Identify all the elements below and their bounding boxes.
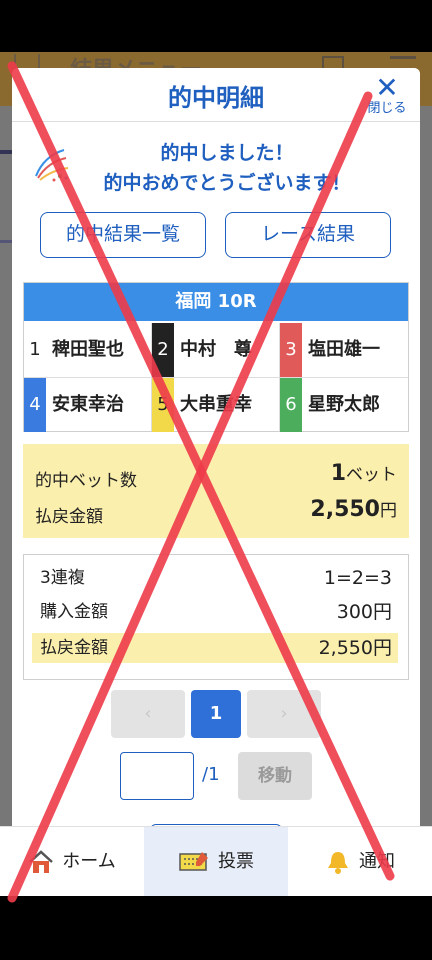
- modal-body: 的中しました！ 的中おめでとうございます！ 的中結果一覧 レース結果 福岡 10…: [12, 122, 420, 838]
- entry-2: 2 中村 尊: [152, 323, 280, 377]
- payout-value: 2,550円: [310, 496, 397, 522]
- hit-detail-modal: 的中明細 ✕ 閉じる 的中しました！ 的中おめでとうございます！ 的中結果一覧 …: [12, 68, 420, 838]
- nav-notify-label: 通知: [359, 851, 395, 872]
- close-icon: ✕: [375, 71, 399, 104]
- bell-icon: [328, 852, 348, 874]
- hit-bets-number: 1: [330, 461, 346, 486]
- entry-name: 稗田聖也: [52, 339, 124, 360]
- detail-payout-row: 払戻金額 2,550円: [32, 633, 398, 663]
- nav-vote[interactable]: 投票: [144, 827, 288, 897]
- betting-ticket-icon: [179, 852, 208, 871]
- entry-number: 3: [280, 323, 302, 377]
- divider: [279, 323, 280, 431]
- hit-bets-label: 的中ベット数: [35, 471, 137, 491]
- bottom-nav: ホーム 投票 通知: [0, 826, 432, 897]
- nav-vote-label: 投票: [218, 851, 254, 872]
- page-total: /1: [202, 764, 220, 785]
- payout-unit: 円: [380, 501, 397, 521]
- race-result-button[interactable]: レース結果: [225, 212, 391, 258]
- hit-bets-unit: ベット: [346, 465, 397, 485]
- race-header: 福岡 10R: [24, 283, 408, 321]
- race-entries-table: 福岡 10R 1 稗田聖也 2 中村 尊 3 塩田雄一 4 安東幸治 5 大串重…: [23, 282, 409, 432]
- background-decoration: [0, 240, 12, 243]
- entry-name: 大串重幸: [180, 394, 252, 415]
- entry-number: 1: [24, 323, 46, 377]
- entry-5: 5 大串重幸: [152, 378, 280, 432]
- close-label: 閉じる: [367, 101, 407, 116]
- bet-type: 3連複: [40, 568, 85, 588]
- house-icon: [29, 850, 54, 873]
- entry-number: 2: [152, 323, 174, 377]
- payout-label: 払戻金額: [35, 507, 103, 527]
- divider: [151, 323, 152, 431]
- prev-page-button[interactable]: ‹: [111, 690, 185, 738]
- modal-title: 的中明細: [168, 84, 264, 112]
- move-button[interactable]: 移動: [238, 752, 312, 800]
- current-page-button[interactable]: 1: [191, 690, 241, 738]
- hit-results-list-button[interactable]: 的中結果一覧: [40, 212, 206, 258]
- entry-name: 安東幸治: [52, 394, 124, 415]
- status-bar: [0, 0, 432, 52]
- entry-number: 5: [152, 378, 174, 432]
- entry-name: 星野太郎: [308, 394, 380, 415]
- nav-home[interactable]: ホーム: [0, 827, 144, 897]
- entry-name: 中村 尊: [180, 339, 252, 360]
- hit-summary: 的中ベット数 1ベット 払戻金額 2,550円: [23, 444, 409, 538]
- bet-detail: 3連複 1=2=3 購入金額 300円 払戻金額 2,550円: [23, 554, 409, 680]
- entry-6: 6 星野太郎: [280, 378, 408, 432]
- congrats-line-1: 的中しました！: [160, 142, 294, 164]
- modal-header: 的中明細 ✕ 閉じる: [12, 68, 420, 122]
- purchase-label: 購入金額: [40, 602, 108, 622]
- entry-1: 1 稗田聖也: [24, 323, 152, 377]
- hit-bets-value: 1ベット: [331, 460, 397, 486]
- bet-type-row: 3連複 1=2=3: [32, 563, 398, 593]
- entry-3: 3 塩田雄一: [280, 323, 408, 377]
- congrats-message: 的中しました！ 的中おめでとうございます！: [62, 138, 392, 198]
- entry-4: 4 安東幸治: [24, 378, 152, 432]
- detail-payout-value: 2,550円: [318, 637, 392, 659]
- nav-notify[interactable]: 通知: [288, 827, 432, 897]
- purchase-value: 300円: [336, 601, 392, 623]
- purchase-row: 購入金額 300円: [32, 597, 398, 627]
- next-page-button[interactable]: ›: [247, 690, 321, 738]
- nav-home-label: ホーム: [62, 851, 116, 872]
- congrats-line-2: 的中おめでとうございます！: [103, 172, 351, 194]
- divider: [24, 377, 408, 378]
- background-decoration: [0, 150, 12, 154]
- close-button[interactable]: ✕ 閉じる: [362, 74, 412, 118]
- entry-name: 塩田雄一: [308, 339, 380, 360]
- payout-number: 2,550: [310, 497, 380, 522]
- system-nav-bar: [0, 896, 432, 960]
- page-number-input[interactable]: [120, 752, 194, 800]
- entry-number: 6: [280, 378, 302, 432]
- entry-number: 4: [24, 378, 46, 432]
- bet-combination: 1=2=3: [323, 567, 392, 589]
- detail-payout-label: 払戻金額: [40, 638, 108, 658]
